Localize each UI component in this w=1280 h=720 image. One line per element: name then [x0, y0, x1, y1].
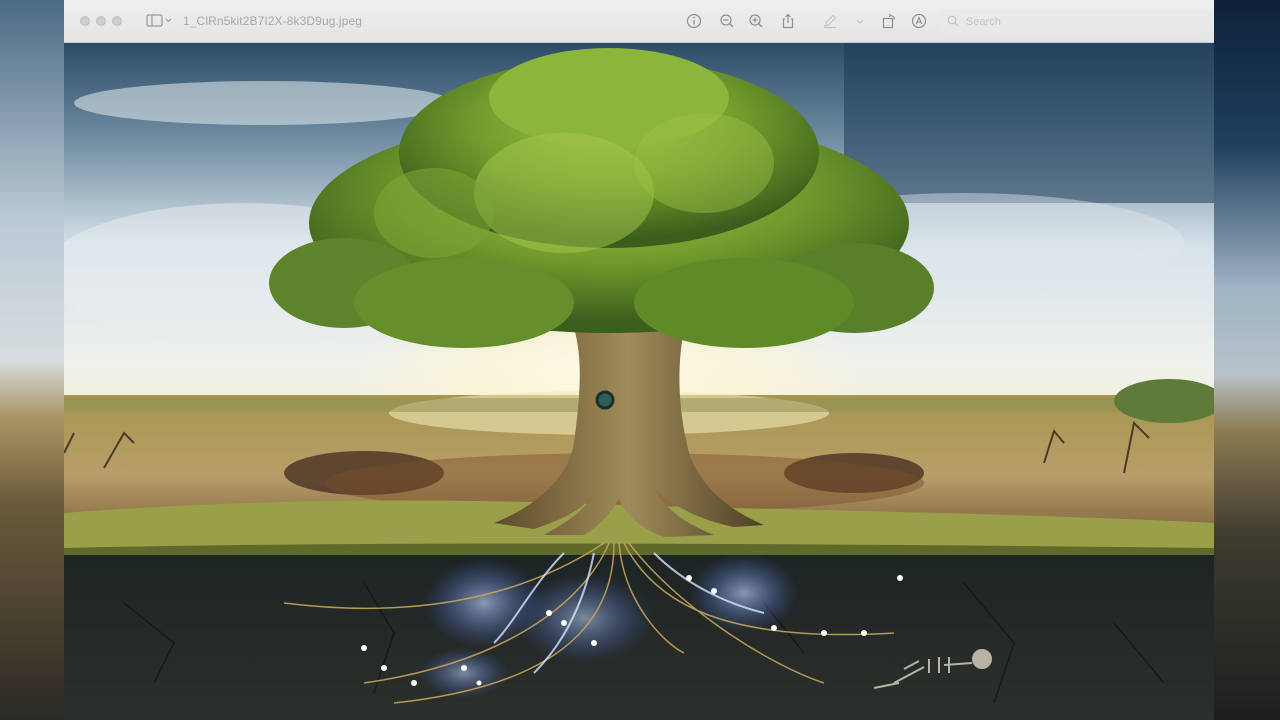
preview-window: 1_ClRn5kit2B7I2X-8k3D9ug.jpeg: [64, 0, 1214, 720]
tree-of-life-image: [64, 43, 1214, 720]
zoom-window-button[interactable]: [112, 16, 122, 26]
close-window-button[interactable]: [80, 16, 90, 26]
info-icon: [686, 13, 702, 29]
minimize-window-button[interactable]: [96, 16, 106, 26]
annotate-icon: [911, 13, 927, 29]
sidebar-icon: [146, 14, 172, 27]
search-icon: [947, 15, 959, 27]
annotate-button[interactable]: [910, 12, 928, 30]
image-canvas: [64, 43, 1214, 720]
search-input[interactable]: [964, 11, 1198, 33]
zoom-out-button[interactable]: [718, 12, 736, 30]
glowing-roots-right: [689, 553, 799, 633]
markup-menu-button[interactable]: [851, 12, 869, 30]
zoom-out-icon: [720, 14, 734, 28]
info-button[interactable]: [685, 12, 703, 30]
document-title: 1_ClRn5kit2B7I2X-8k3D9ug.jpeg: [183, 14, 363, 28]
desktop-background-left: [0, 0, 64, 720]
markup-button[interactable]: [821, 12, 839, 30]
search-field[interactable]: [940, 9, 1210, 33]
window-titlebar: 1_ClRn5kit2B7I2X-8k3D9ug.jpeg: [64, 0, 1214, 43]
share-icon: [782, 13, 794, 29]
trunk-eye-ornament: [595, 390, 615, 410]
share-button[interactable]: [779, 12, 797, 30]
sidebar-toggle-button[interactable]: [146, 13, 176, 29]
rotate-button[interactable]: [880, 12, 898, 30]
desktop-background-right: [1214, 0, 1280, 720]
chevron-down-icon: [856, 19, 864, 24]
rotate-icon: [882, 13, 896, 29]
markup-pen-icon: [824, 14, 837, 28]
zoom-in-icon: [749, 14, 763, 28]
zoom-in-button[interactable]: [747, 12, 765, 30]
